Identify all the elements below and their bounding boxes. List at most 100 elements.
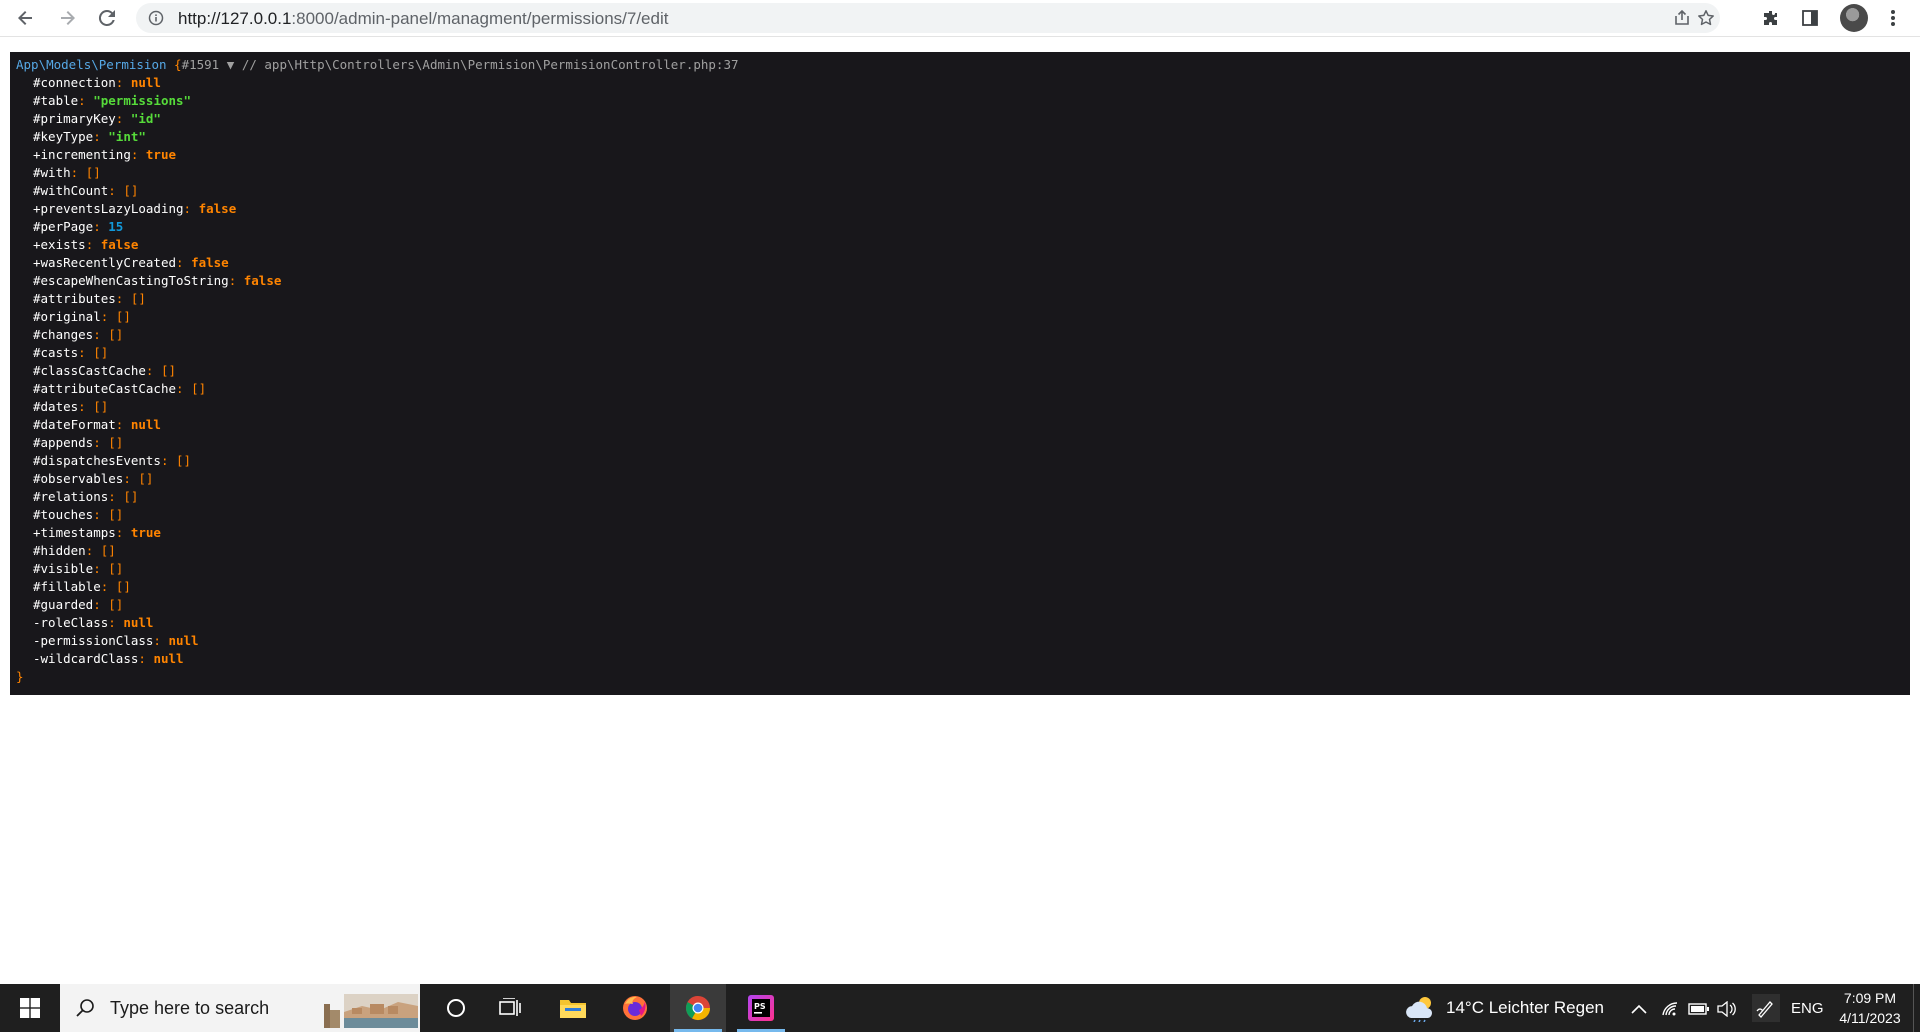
show-desktop-button[interactable] [1913,984,1920,1032]
system-clock[interactable]: 7:09 PM 4/11/2023 [1830,988,1910,1028]
weather-text[interactable]: 14°C Leichter Regen [1446,998,1604,1018]
wifi-icon[interactable] [1659,998,1681,1020]
property-colon: : [93,327,109,342]
bookmark-star-icon[interactable] [1696,8,1716,28]
pen-ink-icon[interactable] [1752,994,1780,1022]
property-value: null [123,615,154,630]
property-colon: : [85,543,101,558]
dump-property-row: #casts: [] [16,344,1904,362]
dump-property-row: -wildcardClass: null [16,650,1904,668]
property-colon: : [93,219,109,234]
weather-cloud-icon[interactable] [1404,994,1436,1022]
task-view-icon[interactable] [482,984,538,1032]
property-colon: : [100,309,116,324]
taskbar-search-box[interactable]: Type here to search [60,984,420,1032]
property-visibility: # [33,129,41,144]
property-name: classCastCache [40,363,146,378]
property-visibility: # [33,309,41,324]
dump-property-row: #escapeWhenCastingToString: false [16,272,1904,290]
back-icon[interactable] [12,4,40,32]
profile-avatar[interactable] [1840,4,1868,32]
property-name: dates [40,399,79,414]
extensions-icon[interactable] [1758,5,1784,31]
property-visibility: # [33,327,41,342]
side-panel-icon[interactable] [1797,5,1823,31]
property-colon: : [153,633,169,648]
dump-property-row: +timestamps: true [16,524,1904,542]
property-visibility: # [33,93,41,108]
property-value: null [130,75,161,90]
property-colon: : [108,183,124,198]
property-name: connection [40,75,116,90]
dump-class-name[interactable]: App\Models\Permision [16,57,167,72]
search-highlight-image [322,990,418,1028]
property-name: observables [40,471,124,486]
property-name: incrementing [40,147,131,162]
property-visibility: + [33,255,41,270]
property-visibility: # [33,291,41,306]
property-visibility: + [33,201,41,216]
property-colon: : [108,489,124,504]
property-name: wasRecentlyCreated [40,255,176,270]
property-colon: : [93,129,109,144]
property-colon: : [160,453,177,468]
site-info-icon[interactable] [148,10,164,26]
volume-icon[interactable] [1716,998,1738,1020]
forward-icon[interactable] [53,4,81,32]
dump-property-row: #visible: [] [16,560,1904,578]
dump-toggle-icon[interactable]: ▼ [227,57,235,72]
menu-kebab-icon[interactable] [1880,5,1906,31]
chrome-icon[interactable] [670,984,726,1032]
property-name: escapeWhenCastingToString [40,273,229,288]
clock-time: 7:09 PM [1843,990,1897,1006]
address-bar[interactable]: http://127.0.0.1:8000/admin-panel/managm… [136,3,1720,33]
dump-property-row: #fillable: [] [16,578,1904,596]
file-explorer-icon[interactable] [545,984,601,1032]
property-value: [] [160,363,177,378]
property-name: table [40,93,79,108]
property-visibility: # [33,273,41,288]
property-value: true [130,525,161,540]
property-colon: : [123,471,139,486]
property-value: false [198,201,237,216]
dump-property-row: #original: [] [16,308,1904,326]
phpstorm-icon[interactable]: PS [733,984,789,1032]
property-name: permissionClass [40,633,154,648]
var-dump-panel: App\Models\Permision {#1591 ▼ // app\Htt… [10,52,1910,695]
property-visibility: # [33,111,41,126]
start-windows-icon[interactable] [0,984,60,1032]
dump-property-row: #withCount: [] [16,182,1904,200]
chevron-up-icon[interactable] [1628,998,1650,1020]
property-value: [] [115,309,131,324]
property-name: dateFormat [40,417,116,432]
property-visibility: # [33,507,41,522]
property-value: [] [123,489,139,504]
dump-property-row: #observables: [] [16,470,1904,488]
property-name: appends [40,435,94,450]
dump-property-row: #classCastCache: [] [16,362,1904,380]
dump-property-row: #dates: [] [16,398,1904,416]
property-name: visible [40,561,94,576]
cortana-circle-icon[interactable] [428,984,484,1032]
property-visibility: # [33,363,41,378]
battery-icon[interactable] [1688,998,1710,1020]
property-visibility: # [33,75,41,90]
windows-taskbar: Type here to search PS 14°C Leichter Reg… [0,984,1920,1032]
dump-property-row: #changes: [] [16,326,1904,344]
property-value: null [168,633,199,648]
property-value: [] [123,183,139,198]
property-name: touches [40,507,94,522]
url-path: :8000/admin-panel/managment/permissions/… [291,9,669,28]
reload-icon[interactable] [93,4,121,32]
dump-footer: } [16,668,1904,686]
firefox-icon[interactable] [607,984,663,1032]
dump-property-row: #table: "permissions" [16,92,1904,110]
property-colon: : [93,597,109,612]
property-name: attributeCastCache [40,381,176,396]
dump-property-row: #dispatchesEvents: [] [16,452,1904,470]
language-indicator[interactable]: ENG [1791,1000,1824,1017]
property-visibility: # [33,399,41,414]
share-icon[interactable] [1672,8,1692,28]
property-visibility: # [33,489,41,504]
property-colon: : [176,255,192,270]
